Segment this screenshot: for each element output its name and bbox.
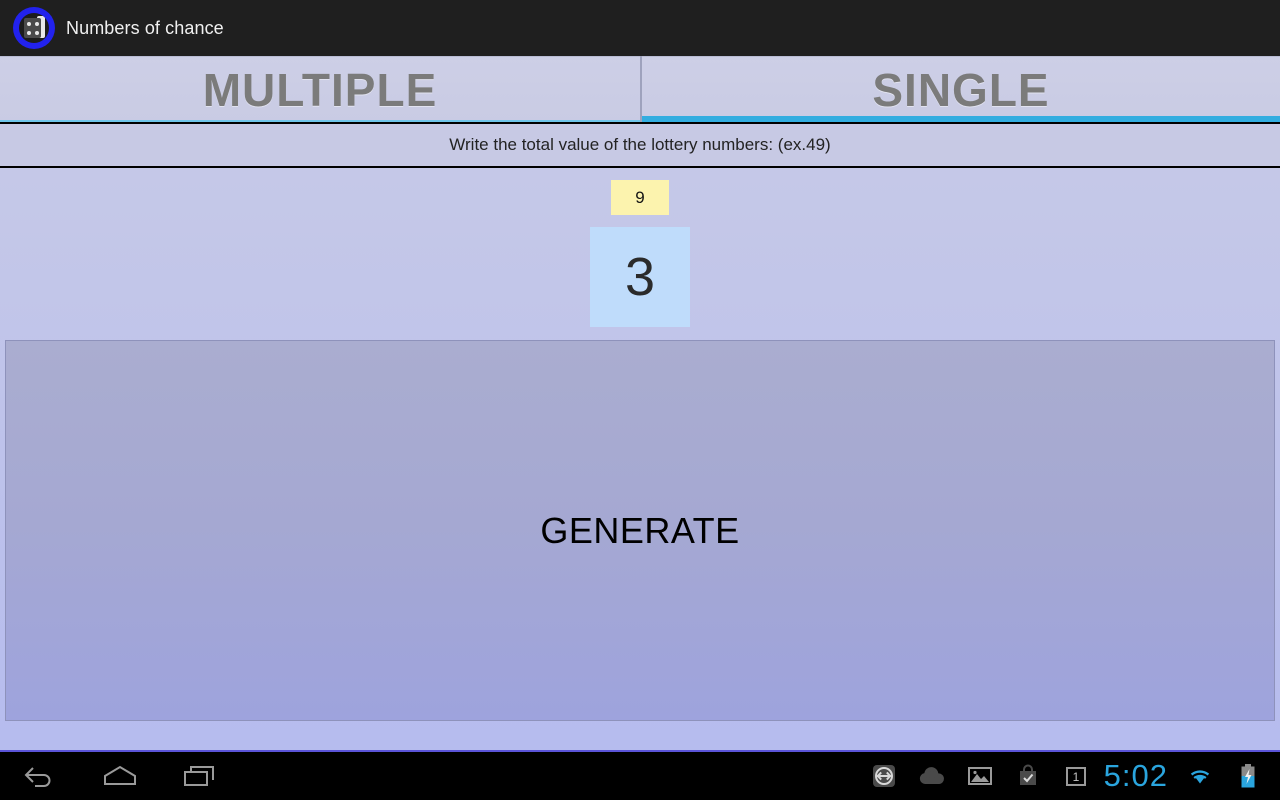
wifi-icon[interactable]: [1176, 752, 1224, 800]
dice-cards-icon: [13, 7, 55, 49]
generate-button[interactable]: GENERATE: [5, 340, 1275, 721]
shopping-bag-check-icon[interactable]: [1004, 752, 1052, 800]
app-title-bar: Numbers of chance: [0, 0, 1280, 56]
home-icon[interactable]: [80, 752, 160, 800]
instruction-text: Write the total value of the lottery num…: [449, 135, 831, 154]
generate-button-label: GENERATE: [540, 509, 740, 551]
app-content: MULTIPLE SINGLE Write the total value of…: [0, 56, 1280, 750]
recent-apps-icon[interactable]: [160, 752, 240, 800]
system-navigation-bar: 1 5:02: [0, 750, 1280, 800]
tab-bar: MULTIPLE SINGLE: [0, 56, 1280, 122]
nav-buttons: [0, 752, 240, 800]
form-area: 9 3 GENERATE: [0, 168, 1280, 746]
result-box: 3: [590, 227, 690, 327]
total-value-input-value: 9: [635, 187, 645, 207]
remote-access-icon[interactable]: [860, 752, 908, 800]
tab-single-label: SINGLE: [872, 64, 1050, 116]
tab-single[interactable]: SINGLE: [640, 56, 1280, 122]
cloud-upload-icon[interactable]: [908, 752, 956, 800]
app-title: Numbers of chance: [66, 17, 224, 38]
tab-multiple-label: MULTIPLE: [202, 64, 438, 116]
photo-icon[interactable]: [956, 752, 1004, 800]
clock: 5:02: [1103, 757, 1168, 793]
tab-multiple[interactable]: MULTIPLE: [0, 56, 640, 122]
total-value-input[interactable]: 9: [611, 180, 669, 215]
status-icons: 1 5:02: [860, 752, 1272, 800]
battery-charging-icon[interactable]: [1224, 752, 1272, 800]
result-box-value: 3: [624, 247, 656, 307]
back-icon[interactable]: [0, 752, 80, 800]
android-screen: Numbers of chance MULTIPLE SINGLE Write …: [0, 0, 1280, 800]
instruction-bar: Write the total value of the lottery num…: [0, 122, 1280, 168]
calendar-icon[interactable]: 1: [1052, 752, 1100, 800]
svg-text:1: 1: [1072, 770, 1079, 784]
